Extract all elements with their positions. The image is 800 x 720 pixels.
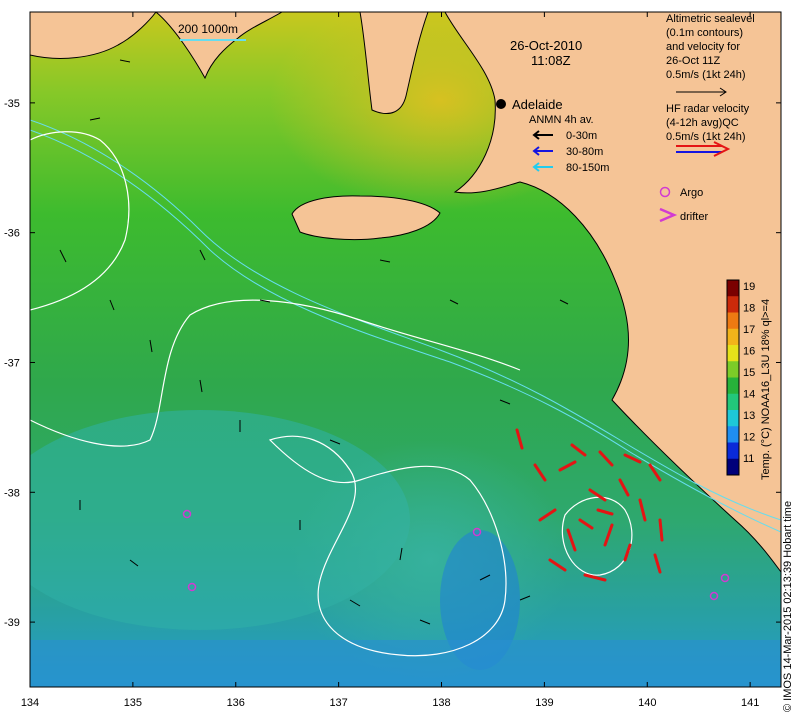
longitude-tick-label: 136 (227, 697, 245, 709)
city-label: Adelaide (512, 97, 563, 112)
latitude-tick-label: -39 (4, 617, 20, 629)
svg-text:80-150m: 80-150m (566, 162, 609, 174)
svg-text:0-30m: 0-30m (566, 130, 597, 142)
latitude-tick-label: -38 (4, 487, 20, 499)
svg-text:(0.1m contours): (0.1m contours) (666, 27, 743, 39)
colorbar-tick-label: 19 (743, 281, 755, 293)
colorbar-tick-label: 17 (743, 324, 755, 336)
svg-text:drifter: drifter (680, 211, 708, 223)
map-date: 26-Oct-2010 (510, 38, 582, 53)
latitude-tick-label: -37 (4, 357, 20, 369)
credit-line: © IMOS 14-Mar-2015 02:13:39 Hobart time (782, 500, 794, 712)
colorbar-segment (727, 345, 739, 362)
svg-text:(4-12h avg)QC: (4-12h avg)QC (666, 117, 739, 129)
scale-bar-label: 200 1000m (178, 22, 238, 36)
colorbar-tick-label: 12 (743, 432, 755, 444)
svg-text:0.5m/s (1kt 24h): 0.5m/s (1kt 24h) (666, 69, 745, 81)
longitude-tick-label: 138 (432, 697, 450, 709)
colorbar-tick-label: 16 (743, 346, 755, 358)
svg-text:Argo: Argo (680, 187, 703, 199)
svg-text:30-80m: 30-80m (566, 146, 603, 158)
colorbar-tick-label: 18 (743, 303, 755, 315)
colorbar-segment (727, 312, 739, 330)
longitude-tick-label: 137 (329, 697, 347, 709)
svg-text:ANMN 4h av.: ANMN 4h av. (529, 114, 594, 126)
svg-text:HF radar velocity: HF radar velocity (666, 103, 750, 115)
colorbar-segment (727, 393, 739, 411)
svg-text:26-Oct 11Z: 26-Oct 11Z (666, 55, 720, 67)
colorbar-segment (727, 442, 739, 460)
colorbar-tick-label: 14 (743, 389, 755, 401)
colorbar-tick-label: 11 (743, 453, 754, 465)
longitude-tick-label: 135 (124, 697, 142, 709)
colorbar-segment (727, 328, 739, 346)
latitude-tick-label: -35 (4, 98, 20, 110)
southern-blue-band (30, 640, 781, 687)
colorbar-title: Temp. (°C) NOAA16_L3U 18% ql>=4 (760, 298, 772, 480)
svg-text:0.5m/s (1kt 24h): 0.5m/s (1kt 24h) (666, 131, 745, 143)
sst-map-figure: Adelaide 26-Oct-2010 11:08Z 200 1000m Al… (4, 11, 782, 709)
longitude-tick-label: 140 (638, 697, 656, 709)
svg-text:Altimetric sealevel: Altimetric sealevel (666, 13, 755, 25)
latitude-tick-label: -36 (4, 228, 20, 240)
colorbar-segment (727, 458, 739, 476)
colorbar-segment (727, 410, 739, 427)
colorbar-segment (727, 361, 739, 378)
longitude-tick-label: 141 (741, 697, 759, 709)
colorbar-tick-label: 13 (743, 410, 755, 422)
longitude-tick-label: 134 (21, 697, 39, 709)
colorbar-tick-label: 15 (743, 367, 755, 379)
map-plot-area (30, 12, 781, 687)
colorbar-segment (727, 377, 739, 395)
svg-text:and velocity for: and velocity for (666, 41, 740, 53)
map-time: 11:08Z (531, 53, 571, 68)
adelaide-marker (496, 99, 506, 109)
colorbar-segment (727, 296, 739, 313)
colorbar-segment (727, 280, 739, 297)
longitude-tick-label: 139 (535, 697, 553, 709)
colorbar-segment (727, 426, 739, 443)
